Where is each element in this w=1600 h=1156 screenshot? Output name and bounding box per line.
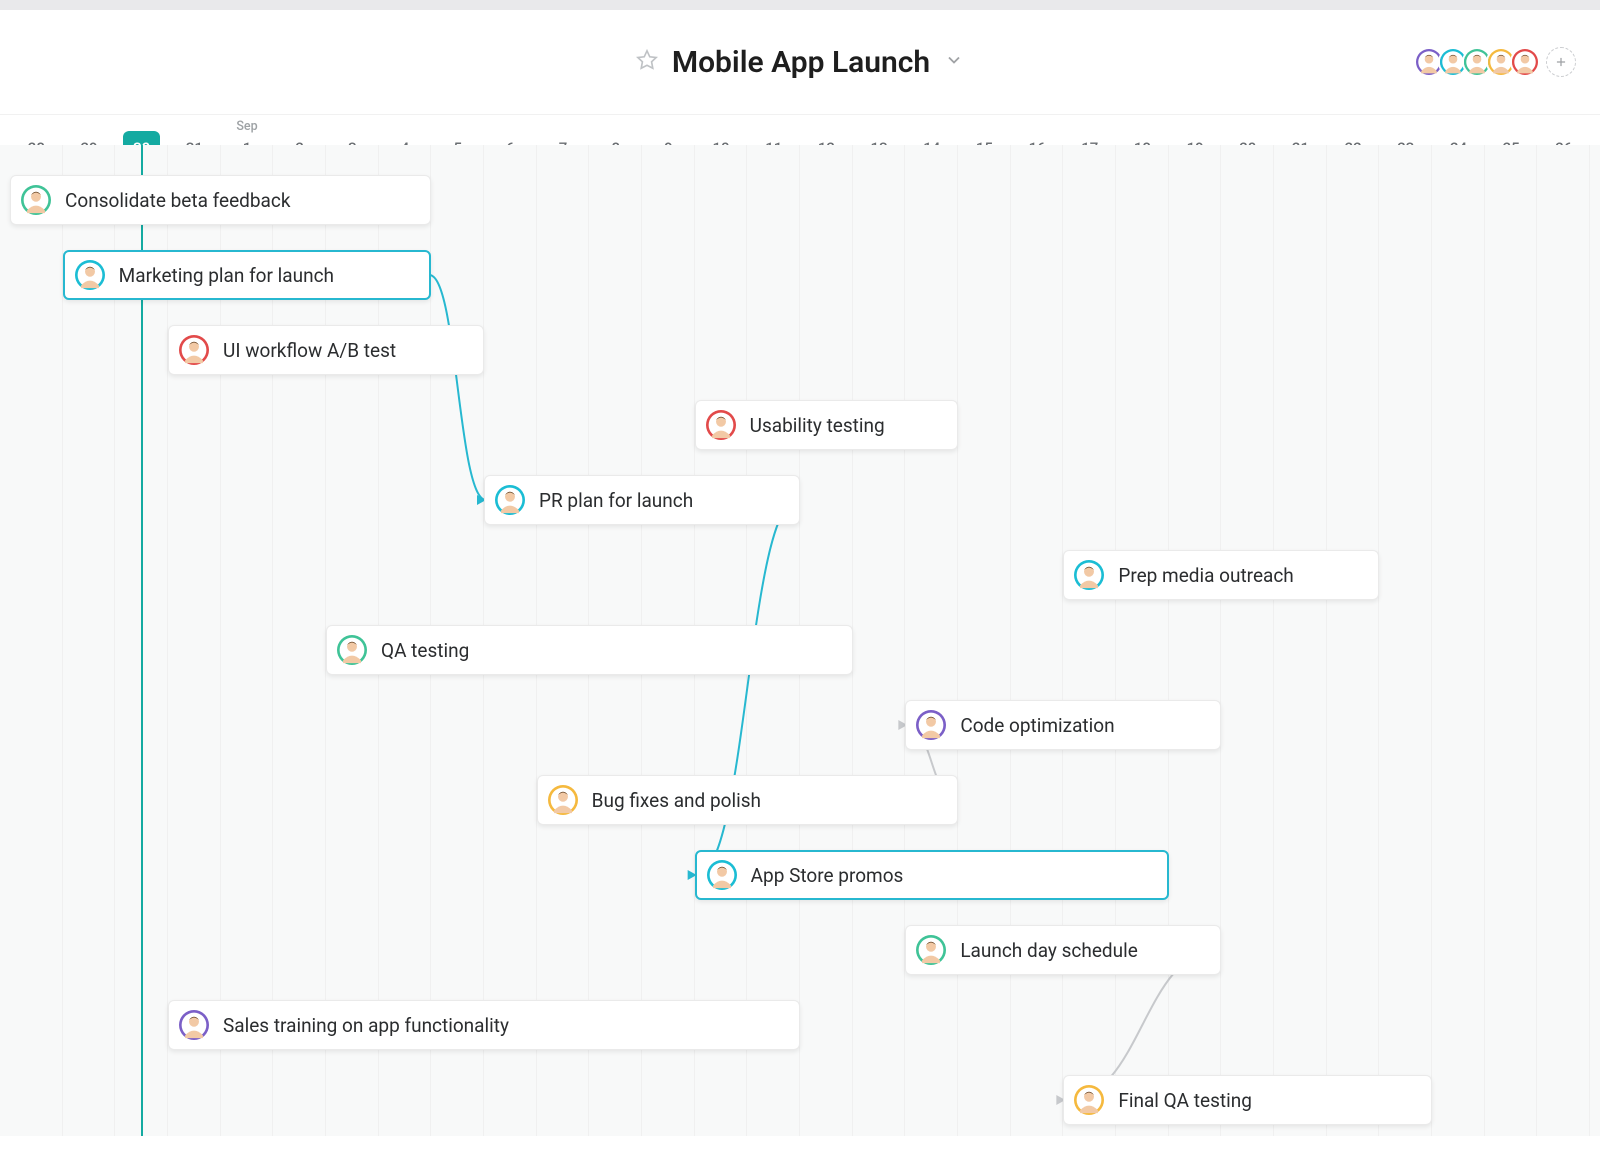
task-label: Bug fixes and polish: [592, 789, 761, 812]
task-label: Launch day schedule: [960, 939, 1137, 962]
project-title-wrap: Mobile App Launch: [636, 45, 964, 80]
task-bar[interactable]: Launch day schedule: [905, 925, 1221, 975]
assignee-avatar: [916, 935, 946, 965]
task-label: Sales training on app functionality: [223, 1014, 509, 1037]
project-members: [1420, 47, 1576, 77]
member-avatar[interactable]: [1510, 47, 1540, 77]
task-bar[interactable]: Prep media outreach: [1063, 550, 1379, 600]
task-label: UI workflow A/B test: [223, 339, 396, 362]
star-icon[interactable]: [636, 49, 658, 75]
assignee-avatar: [75, 260, 105, 290]
assignee-avatar: [21, 185, 51, 215]
assignee-avatar: [1074, 560, 1104, 590]
add-member-button[interactable]: [1546, 47, 1576, 77]
task-label: Marketing plan for launch: [119, 264, 334, 287]
task-bar[interactable]: Sales training on app functionality: [168, 1000, 800, 1050]
assignee-avatar: [916, 710, 946, 740]
assignee-avatar: [495, 485, 525, 515]
task-bar[interactable]: App Store promos: [695, 850, 1169, 900]
task-bar[interactable]: QA testing: [326, 625, 853, 675]
task-label: App Store promos: [751, 864, 904, 887]
task-label: QA testing: [381, 639, 469, 662]
timeline-ruler: 28293031Sep12345678910111213141516171819…: [0, 115, 1600, 145]
task-bar[interactable]: Marketing plan for launch: [63, 250, 432, 300]
task-bar[interactable]: Bug fixes and polish: [537, 775, 958, 825]
assignee-avatar: [706, 410, 736, 440]
task-label: PR plan for launch: [539, 489, 693, 512]
timeline-month-label: Sep: [236, 119, 257, 134]
task-label: Consolidate beta feedback: [65, 189, 290, 212]
task-bar[interactable]: UI workflow A/B test: [168, 325, 484, 375]
window-chrome: [0, 0, 1600, 10]
task-bar[interactable]: Consolidate beta feedback: [10, 175, 431, 225]
chevron-down-icon[interactable]: [944, 50, 964, 74]
gantt-canvas[interactable]: Consolidate beta feedback Marketing plan …: [0, 145, 1600, 1136]
project-title[interactable]: Mobile App Launch: [672, 45, 930, 80]
assignee-avatar: [548, 785, 578, 815]
assignee-avatar: [337, 635, 367, 665]
task-bar[interactable]: PR plan for launch: [484, 475, 800, 525]
task-bar[interactable]: Usability testing: [695, 400, 958, 450]
assignee-avatar: [707, 860, 737, 890]
assignee-avatar: [179, 1010, 209, 1040]
task-label: Usability testing: [750, 414, 885, 437]
header: Mobile App Launch: [0, 10, 1600, 115]
task-bar[interactable]: Code optimization: [905, 700, 1221, 750]
task-label: Code optimization: [960, 714, 1114, 737]
assignee-avatar: [1074, 1085, 1104, 1115]
task-label: Prep media outreach: [1118, 564, 1293, 587]
assignee-avatar: [179, 335, 209, 365]
task-label: Final QA testing: [1118, 1089, 1252, 1112]
task-bar[interactable]: Final QA testing: [1063, 1075, 1432, 1125]
